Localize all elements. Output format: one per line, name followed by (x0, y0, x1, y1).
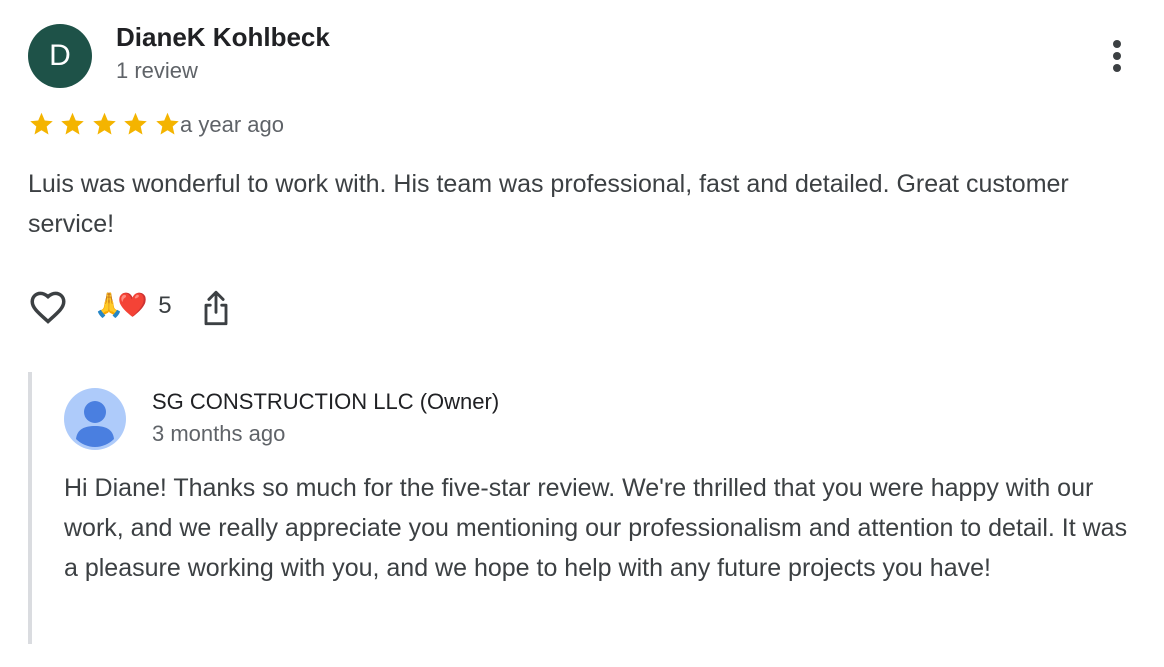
share-button[interactable] (198, 288, 234, 328)
star-icon (156, 112, 179, 135)
reviewer-avatar[interactable]: D (28, 24, 92, 88)
like-button[interactable] (26, 286, 70, 328)
owner-avatar[interactable] (64, 388, 126, 450)
reaction-emojis: 🙏❤️ (94, 292, 148, 319)
reply-divider (28, 372, 32, 644)
star-rating (28, 110, 181, 140)
default-profile-icon (64, 388, 126, 450)
review-timestamp: a year ago (180, 112, 284, 137)
star-icon (93, 112, 116, 135)
more-options-button[interactable] (1100, 36, 1134, 76)
reactions[interactable]: 🙏❤️ 5 (94, 288, 172, 324)
star-icon (124, 112, 148, 135)
more-vert-icon (1113, 40, 1121, 48)
reply-timestamp: 3 months ago (152, 421, 286, 446)
owner-name: SG CONSTRUCTION LLC (Owner) (152, 389, 500, 414)
star-icon (61, 112, 85, 135)
star-icon (30, 112, 53, 135)
heart-outline-icon (30, 291, 66, 324)
review-text: Luis was wonderful to work with. His tea… (28, 170, 1069, 238)
reaction-count: 5 (158, 292, 172, 319)
reviewer-name[interactable]: DianeK Kohlbeck (116, 22, 330, 53)
share-icon (204, 290, 228, 326)
review-count: 1 review (116, 58, 198, 83)
reply-text: Hi Diane! Thanks so much for the five-st… (64, 474, 1128, 582)
